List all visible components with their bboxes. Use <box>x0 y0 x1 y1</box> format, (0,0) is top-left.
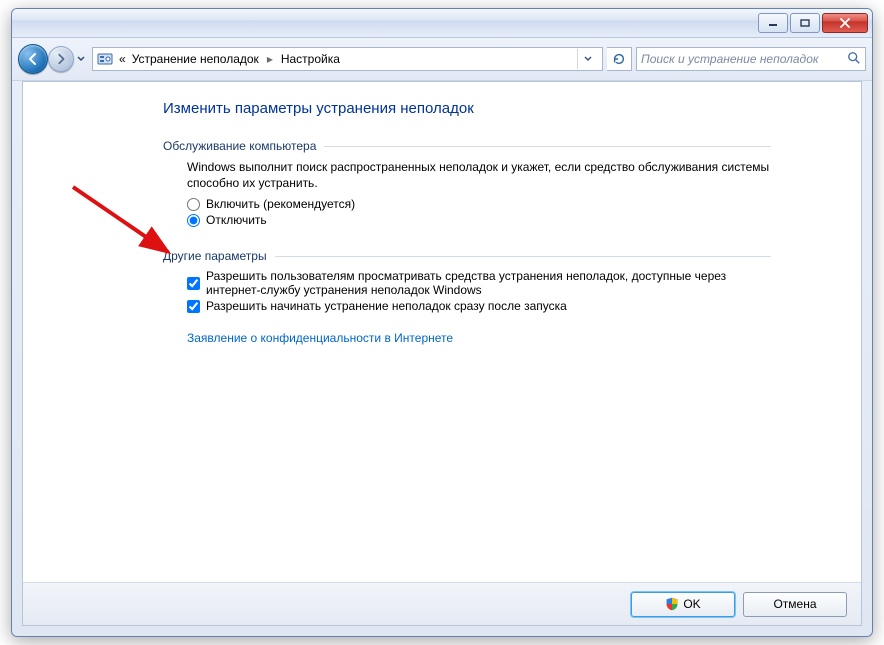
radio-enable-input[interactable] <box>187 198 200 211</box>
group-other-title: Другие параметры <box>163 249 267 263</box>
radio-enable[interactable]: Включить (рекомендуется) <box>187 197 771 211</box>
breadcrumb-prefix: « <box>119 52 126 66</box>
group-maintenance-desc: Windows выполнит поиск распространенных … <box>187 159 771 191</box>
address-bar[interactable]: « Устранение неполадок ▸ Настройка <box>92 47 603 71</box>
cancel-button[interactable]: Отмена <box>743 592 847 617</box>
cancel-button-label: Отмена <box>773 597 816 611</box>
group-maintenance: Обслуживание компьютера Windows выполнит… <box>163 139 771 227</box>
forward-arrow-icon <box>55 53 67 65</box>
titlebar <box>12 9 872 38</box>
nav-history-dropdown[interactable] <box>74 49 88 69</box>
divider <box>324 146 771 147</box>
breadcrumb-troubleshooting[interactable]: Устранение неполадок <box>132 52 259 66</box>
control-panel-icon <box>97 51 113 67</box>
breadcrumb-settings[interactable]: Настройка <box>281 52 340 66</box>
window: « Устранение неполадок ▸ Настройка Поиск… <box>11 8 873 637</box>
group-other-header: Другие параметры <box>163 249 771 263</box>
nav-row: « Устранение неполадок ▸ Настройка Поиск… <box>12 38 872 81</box>
page-title: Изменить параметры устранения неполадок <box>163 100 771 117</box>
uac-shield-icon <box>665 597 679 611</box>
privacy-link[interactable]: Заявление о конфиденциальности в Интерне… <box>187 331 453 345</box>
radio-disable-input[interactable] <box>187 214 200 227</box>
chevron-down-icon <box>77 56 85 62</box>
refresh-icon <box>612 52 626 66</box>
checkbox-start-immediately[interactable]: Разрешить начинать устранение неполадок … <box>187 299 771 313</box>
content-panel: Изменить параметры устранения неполадок … <box>22 81 862 626</box>
content: Изменить параметры устранения неполадок … <box>23 82 861 582</box>
checkbox-start-immediately-label: Разрешить начинать устранение неполадок … <box>206 299 567 313</box>
close-button[interactable] <box>822 13 868 33</box>
back-arrow-icon <box>26 52 40 66</box>
minimize-button[interactable] <box>758 13 788 33</box>
address-dropdown[interactable] <box>577 49 598 69</box>
forward-button[interactable] <box>48 46 74 72</box>
search-placeholder: Поиск и устранение неполадок <box>641 52 819 66</box>
chevron-down-icon <box>584 56 592 62</box>
search-icon <box>847 51 861 68</box>
refresh-button[interactable] <box>607 47 632 71</box>
back-button[interactable] <box>18 44 48 74</box>
radio-disable[interactable]: Отключить <box>187 213 771 227</box>
button-bar: OK Отмена <box>23 582 861 625</box>
ok-button[interactable]: OK <box>631 592 735 617</box>
minimize-icon <box>768 19 778 27</box>
maximize-icon <box>800 19 810 27</box>
group-maintenance-title: Обслуживание компьютера <box>163 139 316 153</box>
nav-buttons <box>18 44 88 74</box>
checkbox-online-troubleshooters-label: Разрешить пользователям просматривать ср… <box>206 269 771 297</box>
checkbox-online-troubleshooters-input[interactable] <box>187 277 200 290</box>
group-maintenance-header: Обслуживание компьютера <box>163 139 771 153</box>
checkbox-start-immediately-input[interactable] <box>187 300 200 313</box>
breadcrumb-separator: ▸ <box>267 52 273 66</box>
group-other: Другие параметры Разрешить пользователям… <box>163 249 771 345</box>
maximize-button[interactable] <box>790 13 820 33</box>
radio-disable-label: Отключить <box>206 213 267 227</box>
close-icon <box>839 18 851 28</box>
radio-enable-label: Включить (рекомендуется) <box>206 197 355 211</box>
checkbox-online-troubleshooters[interactable]: Разрешить пользователям просматривать ср… <box>187 269 771 297</box>
divider <box>275 256 771 257</box>
search-input[interactable]: Поиск и устранение неполадок <box>636 47 866 71</box>
ok-button-label: OK <box>683 597 700 611</box>
